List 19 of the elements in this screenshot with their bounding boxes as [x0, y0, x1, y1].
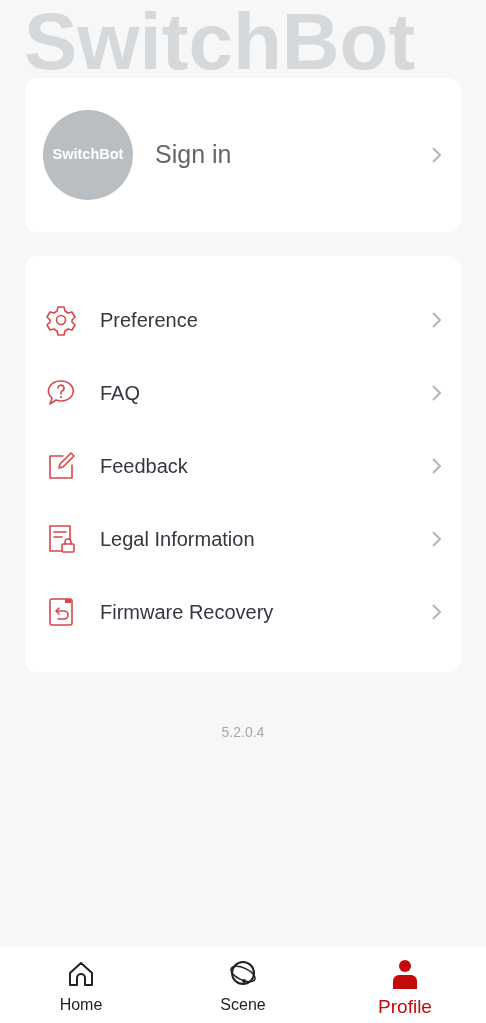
- chevron-icon: [431, 383, 443, 402]
- tab[interactable]: Home: [0, 947, 162, 1023]
- tab[interactable]: Scene: [162, 947, 324, 1023]
- chevron-icon: [431, 529, 443, 548]
- chevron-icon: [431, 310, 443, 329]
- menu-item[interactable]: Preference: [25, 283, 461, 356]
- menu-item[interactable]: Legal Information: [25, 502, 461, 575]
- menu-item[interactable]: Feedback: [25, 429, 461, 502]
- avatar: SwitchBot: [43, 110, 133, 200]
- version-label: 5.2.0.4: [220, 723, 266, 742]
- gear-icon: [45, 303, 77, 336]
- account-card[interactable]: SwitchBot Sign in: [25, 78, 461, 232]
- chevron-icon: [431, 602, 443, 621]
- menu-item[interactable]: FAQ: [25, 356, 461, 429]
- chevron-icon: [431, 456, 443, 475]
- sign-in-label: Sign in: [155, 139, 232, 171]
- menu-item[interactable]: Firmware Recovery: [25, 575, 461, 648]
- tab[interactable]: Profile: [324, 947, 486, 1023]
- chevron-icon: [431, 146, 443, 164]
